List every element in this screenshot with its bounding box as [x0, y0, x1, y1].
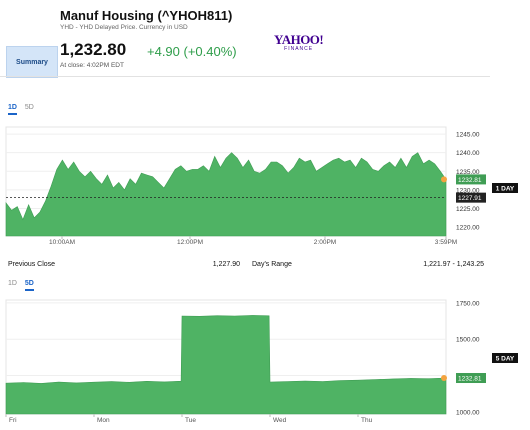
x-tick-label: Fri [9, 417, 17, 424]
y-tick-label: 1240.00 [456, 150, 480, 157]
x-tick-label: 12:00PM [177, 239, 203, 246]
y-tick-label: 1750.00 [456, 300, 480, 307]
x-tick-label: 3:59PM [435, 239, 457, 246]
x-tick-label: Mon [97, 417, 110, 424]
x-tick-label: Thu [361, 417, 373, 424]
header-divider [0, 76, 490, 77]
y-tick-label: 1245.00 [456, 132, 480, 139]
last-price-tag-label: 1232.81 [458, 376, 482, 383]
last-price-marker [441, 176, 447, 183]
current-price: 1,232.80 [60, 40, 127, 59]
y-tick-label: 1500.00 [456, 337, 480, 344]
intraday-chart[interactable]: 1245.001240.001235.001230.001225.001220.… [0, 122, 530, 250]
close-time: At close: 4:02PM EDT [60, 62, 124, 69]
range-tabs-bottom: 1D 5D [8, 280, 40, 291]
page-title: Manuf Housing (^YHOH811) [60, 8, 233, 23]
range-badge-label: 1 DAY [496, 186, 515, 193]
range-tabs-top: 1D 5D [8, 104, 40, 115]
last-price-tag-label: 1232.81 [458, 177, 482, 184]
y-tick-label: 1225.00 [456, 206, 480, 213]
x-tick-label: 2:00PM [314, 239, 336, 246]
prev-close-value: 1,227.90 [212, 261, 240, 268]
day-range-label: Day's Range [252, 261, 292, 268]
quote-subtitle: YHD - YHD Delayed Price. Currency in USD [60, 24, 188, 31]
y-tick-label: 1220.00 [456, 225, 480, 232]
five-day-chart[interactable]: 1750.001500.001250.001000.00FriMonTueWed… [0, 296, 530, 426]
x-tick-label: Wed [273, 417, 287, 424]
tab-1d-bottom[interactable]: 1D [8, 280, 17, 289]
price-change: +4.90 (+0.40%) [147, 44, 237, 59]
tab-1d[interactable]: 1D [8, 104, 17, 115]
yahoo-finance-logo[interactable]: YAHOO! FINANCE [274, 32, 324, 52]
summary-button[interactable]: Summary [6, 46, 58, 78]
y-tick-label: 1000.00 [456, 409, 480, 416]
prev-close-label: Previous Close [8, 261, 56, 268]
day-range-value: 1,221.97 - 1,243.25 [423, 261, 484, 268]
last-price-marker [441, 375, 447, 382]
tab-5d-bottom[interactable]: 5D [24, 280, 34, 291]
tab-5d[interactable]: 5D [25, 104, 34, 113]
prev-close-tag-label: 1227.91 [458, 195, 482, 202]
x-tick-label: Tue [185, 417, 196, 424]
range-badge-label: 5 DAY [496, 356, 515, 363]
x-tick-label: 10:00AM [49, 239, 75, 246]
